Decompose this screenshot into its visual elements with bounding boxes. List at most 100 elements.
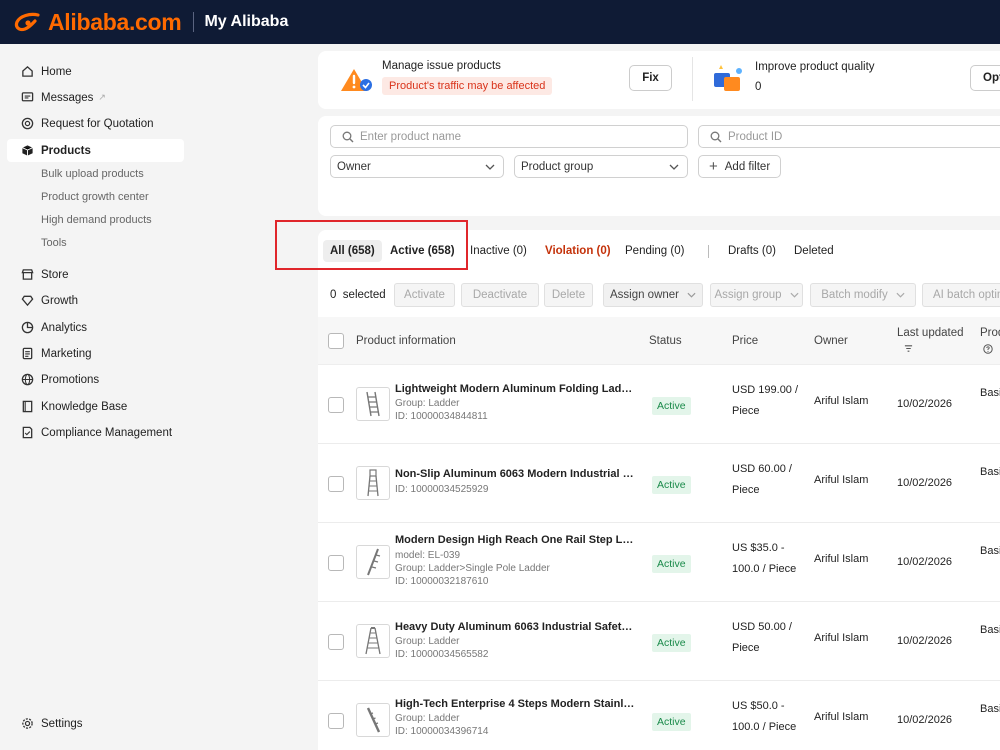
sidebar-item-home[interactable]: Home [7,60,184,83]
status-badge: Active [652,476,691,494]
alibaba-logo[interactable]: Alibaba.com [14,9,182,36]
product-id: ID: 10000034396714 [395,726,489,737]
product-name-link[interactable]: Non-Slip Aluminum 6063 Modern Industrial… [395,468,635,480]
selected-label: selected [342,289,386,301]
tab-violation[interactable]: Violation (0) [545,240,611,262]
row-checkbox[interactable] [328,713,344,729]
chevron-down-icon [669,161,679,173]
sidebar-sub-growth-center[interactable]: Product growth center [41,191,149,203]
price-line: USD 60.00 / [732,463,792,475]
updated-cell: 10/02/2026 [897,398,953,410]
updated-cell: 10/02/2026 [897,714,953,726]
store-icon [20,268,34,282]
sidebar-item-analytics[interactable]: Analytics [7,316,184,339]
sidebar-item-label: Compliance Management [41,426,173,439]
sidebar-item-knowledge-base[interactable]: Knowledge Base [7,395,184,418]
product-level-cell: Basi [980,387,1000,399]
tab-pending[interactable]: Pending (0) [625,240,684,262]
batch-modify-dropdown[interactable]: Batch modify [810,283,916,307]
selected-number: 0 [330,289,337,301]
sidebar-item-marketing[interactable]: Marketing [7,342,184,365]
column-header-status: Status [649,335,682,347]
tab-drafts[interactable]: Drafts (0) [728,240,776,262]
product-level-cell: Basi [980,703,1000,715]
sidebar-item-messages[interactable]: Messages ↗ [7,86,184,109]
price-line: Piece [732,484,760,496]
deactivate-button[interactable]: Deactivate [461,283,539,307]
price-line: US $35.0 - [732,542,785,554]
page-title[interactable]: My Alibaba [204,13,288,31]
price-cell: USD 199.00 / Piece [732,380,798,422]
table-row[interactable]: Non-Slip Aluminum 6063 Modern Industrial… [318,444,1000,523]
assign-owner-dropdown[interactable]: Assign owner [603,283,703,307]
sidebar-item-compliance[interactable]: Compliance Management [7,421,184,444]
activate-button[interactable]: Activate [394,283,455,307]
tab-deleted[interactable]: Deleted [794,240,834,262]
delete-button[interactable]: Delete [544,283,593,307]
product-thumbnail[interactable] [356,466,390,500]
chevron-down-icon [687,292,696,298]
product-thumbnail[interactable] [356,624,390,658]
owner-cell: Ariful Islam [814,711,869,723]
tab-inactive[interactable]: Inactive (0) [470,240,527,262]
add-filter-button[interactable]: + Add filter [698,155,782,178]
help-icon[interactable] [983,344,993,357]
product-group-select-value: Product group [521,160,594,173]
product-thumbnail[interactable] [356,703,390,737]
issue-summary-card: Manage issue products Product's traffic … [318,51,1000,109]
product-level-cell: Basi [980,545,1000,557]
sort-icon[interactable] [904,344,913,356]
select-all-checkbox[interactable] [328,333,344,349]
sidebar-sub-bulk-upload[interactable]: Bulk upload products [41,168,144,180]
product-name-link[interactable]: High-Tech Enterprise 4 Steps Modern Stai… [395,698,635,710]
row-checkbox[interactable] [328,555,344,571]
owner-cell: Ariful Islam [814,553,869,565]
product-id-search-input[interactable]: Product ID [698,125,1000,148]
product-thumbnail[interactable] [356,387,390,421]
clipboard-icon [20,347,34,361]
owner-select[interactable]: Owner [330,155,504,178]
sidebar-item-rfq[interactable]: Request for Quotation [7,112,184,135]
updated-cell: 10/02/2026 [897,635,953,647]
table-row[interactable]: Modern Design High Reach One Rail Step L… [318,523,1000,602]
gear-icon [20,717,34,731]
table-row[interactable]: High-Tech Enterprise 4 Steps Modern Stai… [318,681,1000,750]
product-id: ID: 10000034525929 [395,484,489,495]
product-thumbnail[interactable] [356,545,390,579]
product-group-select[interactable]: Product group [514,155,688,178]
product-group: Group: Ladder>Single Pole Ladder [395,563,550,574]
sidebar-sub-tools[interactable]: Tools [41,237,67,249]
product-name-search-input[interactable]: Enter product name [330,125,688,148]
price-cell: US $35.0 - 100.0 / Piece [732,538,796,580]
traffic-warning-badge: Product's traffic may be affected [382,77,553,95]
fix-button[interactable]: Fix [629,65,672,91]
sidebar-item-products[interactable]: Products [7,139,184,162]
sidebar-item-settings[interactable]: Settings [7,712,184,735]
sidebar-item-store[interactable]: Store [7,263,184,286]
tab-divider [708,245,709,258]
book-icon [20,400,34,414]
product-name-link[interactable]: Modern Design High Reach One Rail Step L… [395,534,635,546]
sidebar-sub-high-demand[interactable]: High demand products [41,214,152,226]
owner-select-value: Owner [337,160,371,173]
box-icon [20,144,34,158]
table-row[interactable]: Heavy Duty Aluminum 6063 Industrial Safe… [318,602,1000,681]
sidebar-item-growth[interactable]: Growth [7,289,184,312]
product-name-link[interactable]: Lightweight Modern Aluminum Folding Ladd… [395,383,635,395]
table-row[interactable]: Lightweight Modern Aluminum Folding Ladd… [318,365,1000,444]
ai-batch-optimize-button[interactable]: AI batch optimize [922,283,1000,307]
product-name-link[interactable]: Heavy Duty Aluminum 6063 Industrial Safe… [395,621,635,633]
price-cell: USD 50.00 / Piece [732,617,792,659]
product-group: Group: Ladder [395,636,460,647]
row-checkbox[interactable] [328,476,344,492]
chevron-down-icon [896,292,905,298]
column-header-updated[interactable]: Last updated [897,327,964,339]
optimize-button[interactable]: Opt [970,65,1000,91]
plus-icon: + [709,158,718,175]
sidebar-item-promotions[interactable]: Promotions [7,368,184,391]
row-checkbox[interactable] [328,397,344,413]
price-line: USD 199.00 / [732,384,799,396]
row-checkbox[interactable] [328,634,344,650]
assign-group-dropdown[interactable]: Assign group [710,283,803,307]
target-icon [20,117,34,131]
